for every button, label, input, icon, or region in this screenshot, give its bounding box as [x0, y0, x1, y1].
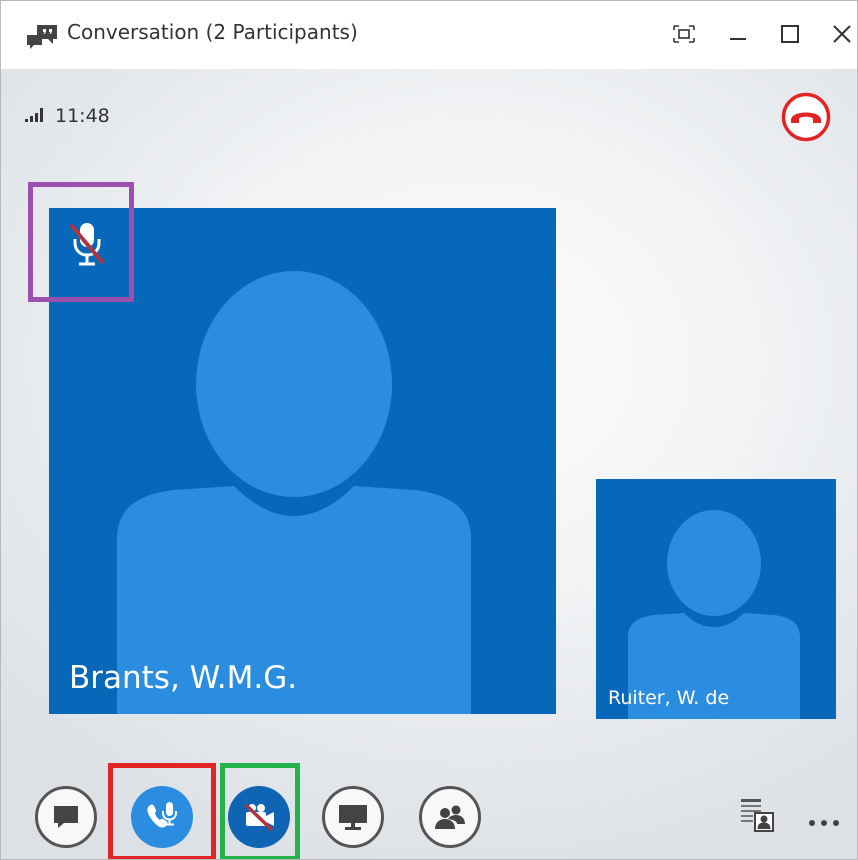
participants-icon — [435, 805, 465, 829]
avatar-silhouette-icon — [117, 271, 471, 714]
maximize-button[interactable] — [775, 19, 805, 49]
participant-name: Ruiter, W. de — [608, 687, 730, 709]
conversation-window: Conversation (2 Participants) 11:48 Bran… — [0, 0, 858, 860]
title-bar: Conversation (2 Participants) — [1, 1, 857, 69]
window-title: Conversation (2 Participants) — [67, 20, 358, 44]
participant-tile-side: Ruiter, W. de — [596, 479, 836, 719]
im-button[interactable] — [35, 786, 97, 848]
maximize-icon — [781, 25, 799, 43]
minimize-button[interactable] — [723, 19, 753, 49]
participant-tile-main: Brants, W.M.G. — [49, 208, 556, 714]
avatar-silhouette-icon — [628, 510, 800, 719]
hang-up-button[interactable] — [781, 92, 831, 142]
close-icon — [833, 25, 851, 43]
participant-name: Brants, W.M.G. — [69, 660, 298, 696]
close-button[interactable] — [827, 19, 857, 49]
signal-strength-icon — [25, 107, 47, 126]
minimize-icon — [730, 38, 746, 40]
present-button[interactable] — [322, 786, 384, 848]
more-options-icon — [809, 820, 839, 826]
participant-muted-indicator — [65, 219, 109, 275]
video-muted-icon — [244, 803, 274, 832]
call-duration: 11:48 — [55, 105, 110, 127]
more-options-button[interactable] — [807, 813, 843, 832]
full-screen-button[interactable] — [669, 19, 699, 49]
microphone-muted-icon — [69, 223, 105, 266]
call-status: 11:48 — [25, 105, 110, 127]
full-screen-icon — [673, 25, 695, 43]
content-layout-button[interactable] — [739, 795, 775, 839]
content-layout-icon — [741, 799, 774, 832]
call-mic-icon — [147, 802, 177, 828]
present-screen-icon — [339, 805, 367, 830]
conversation-icon — [25, 23, 59, 55]
video-button[interactable] — [228, 786, 290, 848]
im-icon — [54, 806, 78, 828]
hang-up-icon — [781, 92, 831, 142]
call-button[interactable] — [131, 786, 193, 848]
participants-button[interactable] — [419, 786, 481, 848]
